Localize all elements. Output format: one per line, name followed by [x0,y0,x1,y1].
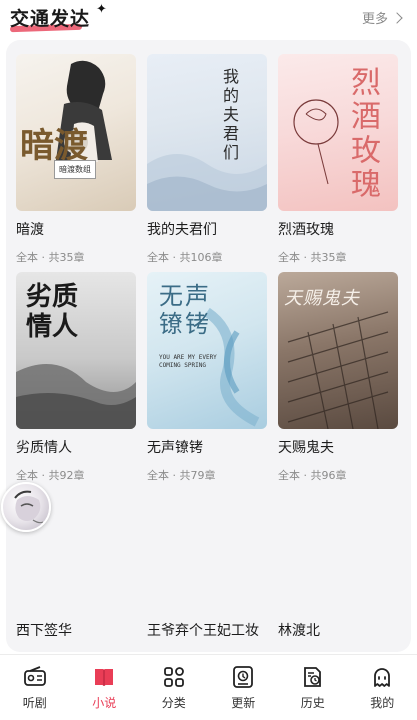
book-card-liezhiqingren[interactable]: 劣质情人 劣质情人 全本 · 共92章 [16,272,136,483]
bottom-tab-bar: 听剧 小说 分类 更新 历史 我的 [0,654,417,720]
grid-icon [162,665,186,689]
tab-label: 小说 [92,696,117,710]
cover-title-text: 我的夫君们 [220,68,239,163]
tab-label: 我的 [370,696,395,710]
tab-novel[interactable]: 小说 [70,655,140,720]
book-icon [92,665,116,689]
section-header: 交通发达 ✦ 更多 [0,0,417,40]
floating-avatar[interactable] [1,482,51,532]
book-title[interactable]: 王爷弃个王妃工妆 [147,620,259,636]
book-meta: 全本 · 共35章 [278,251,347,264]
partial-book-row: 西下签华 王爷弃个王妃工妆 林渡北 [16,616,401,636]
tab-listen[interactable]: 听剧 [0,655,70,720]
book-title[interactable]: 天赐鬼夫 [278,437,398,457]
book-title[interactable]: 暗渡 [16,219,136,239]
book-grid-panel: 暗渡 暗渡数组 暗渡 全本 · 共35章 我的夫君们 我的夫君们 全本 · 共1… [6,40,411,652]
cover-subtitle-text: YOU ARE MY EVERY COMING SPRING [159,354,217,369]
more-label: 更多 [361,12,388,27]
cover-subtitle-text: 暗渡数组 [54,160,96,179]
book-meta: 全本 · 共79章 [147,469,216,482]
book-card-wodefujunmen[interactable]: 我的夫君们 我的夫君们 全本 · 共106章 [147,54,267,265]
tab-history[interactable]: 历史 [278,655,348,720]
chevron-right-icon [391,11,403,24]
tab-category[interactable]: 分类 [139,655,209,720]
book-title[interactable]: 我的夫君们 [147,219,267,239]
book-cover[interactable]: 劣质情人 [16,272,136,429]
book-cover[interactable]: 烈酒玫瑰 [278,54,398,211]
cover-title-text: 烈酒玫瑰 [345,66,380,202]
book-cover[interactable]: 我的夫君们 [147,54,267,211]
book-card-tiancihuifu[interactable]: 天赐鬼夫 天赐鬼夫 全本 · 共96章 [278,272,398,483]
section-title: 交通发达 [10,8,91,30]
book-meta: 全本 · 共35章 [16,251,85,264]
book-title[interactable]: 烈酒玫瑰 [278,219,398,239]
cover-title-text: 无声镣铐 [159,282,211,338]
tab-label: 历史 [300,696,325,710]
book-title[interactable]: 林渡北 [278,620,320,636]
book-cover[interactable]: 无声镣铐 YOU ARE MY EVERY COMING SPRING [147,272,267,429]
cover-title-text: 劣质情人 [26,282,79,342]
book-title[interactable]: 西下签华 [16,620,72,636]
update-icon [231,665,255,689]
book-card-andu[interactable]: 暗渡 暗渡数组 暗渡 全本 · 共35章 [16,54,136,265]
tab-mine[interactable]: 我的 [348,655,417,720]
radio-icon [23,665,47,689]
book-title[interactable]: 劣质情人 [16,437,136,457]
book-meta: 全本 · 共106章 [147,251,223,264]
tab-label: 分类 [161,696,186,710]
book-card-liejiumeigui[interactable]: 烈酒玫瑰 烈酒玫瑰 全本 · 共35章 [278,54,398,265]
tab-label: 更新 [231,696,256,710]
book-meta: 全本 · 共92章 [16,469,85,482]
tab-label: 听剧 [22,696,47,710]
cover-title-text: 天赐鬼夫 [284,288,360,309]
book-cover[interactable]: 天赐鬼夫 [278,272,398,429]
ghost-icon [370,665,394,689]
tab-update[interactable]: 更新 [209,655,279,720]
book-title[interactable]: 无声镣铐 [147,437,267,457]
book-card-wushengliaokao[interactable]: 无声镣铐 YOU ARE MY EVERY COMING SPRING 无声镣铐… [147,272,267,483]
book-cover[interactable]: 暗渡 暗渡数组 [16,54,136,211]
history-icon [301,665,325,689]
book-meta: 全本 · 共96章 [278,469,347,482]
more-link[interactable]: 更多 [361,8,403,27]
sparkle-icon: ✦ [96,2,107,17]
cover-illustration [147,154,267,211]
